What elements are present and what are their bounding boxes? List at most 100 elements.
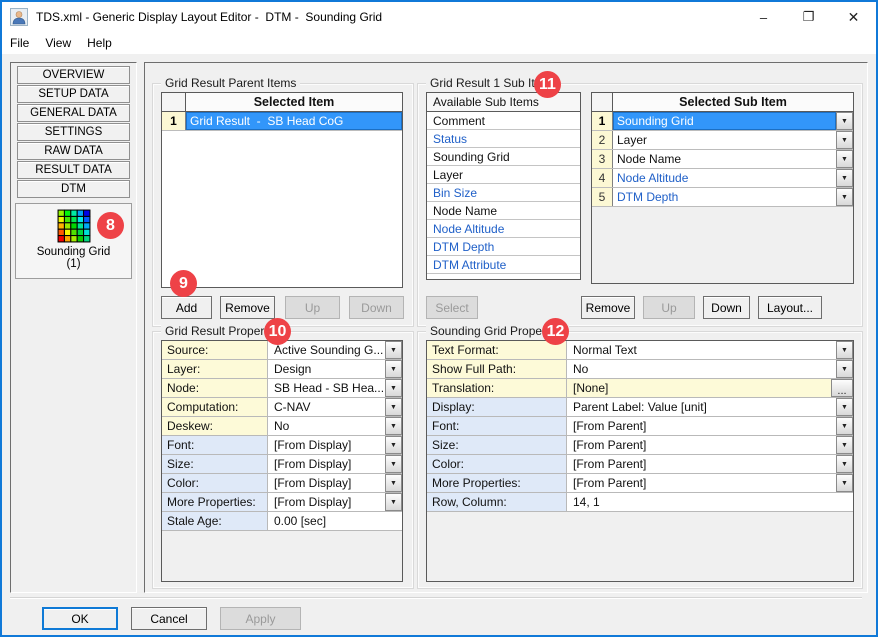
group-label: Grid Result Parent Items [161,76,300,91]
deskew-dropdown[interactable]: No [268,417,385,435]
sidebar-tab-general-data[interactable]: GENERAL DATA [17,104,130,122]
table-row[interactable]: 2 Layer ▼ [592,131,853,150]
list-item[interactable]: DTM Attribute [427,256,580,274]
dropdown-arrow-icon[interactable]: ▼ [836,150,853,168]
dropdown-arrow-icon[interactable]: ▼ [385,455,402,473]
ok-button[interactable]: OK [42,607,118,630]
sidebar-tab-setup-data[interactable]: SETUP DATA [17,85,130,103]
parent-item-cell[interactable]: Grid Result - SB Head CoG [186,112,402,130]
font-dropdown[interactable]: [From Parent] [567,417,836,435]
down-button[interactable]: Down [349,296,404,319]
property-label: Stale Age: [162,512,268,530]
dropdown-arrow-icon[interactable]: ▼ [385,360,402,378]
remove-sub-button[interactable]: Remove [581,296,635,319]
sidebar-tab-settings[interactable]: SETTINGS [17,123,130,141]
more-properties-dropdown[interactable]: [From Parent] [567,474,836,492]
row-column-field[interactable]: 14, 1 [567,493,853,511]
more-properties-dropdown[interactable]: [From Display] [268,493,385,511]
layer-dropdown[interactable]: Design [268,360,385,378]
property-row: Display: Parent Label: Value [unit] ▼ [427,398,853,417]
sidebar-tab-overview[interactable]: OVERVIEW [17,66,130,84]
maximize-button[interactable]: ❐ [786,2,831,32]
list-item[interactable]: Node Name [427,202,580,220]
table-row[interactable]: 1 Grid Result - SB Head CoG [162,112,402,131]
source-dropdown[interactable]: Active Sounding G... [268,341,385,359]
display-dropdown[interactable]: Parent Label: Value [unit] [567,398,836,416]
list-item[interactable]: Layer [427,166,580,184]
property-row: Size: [From Parent] ▼ [427,436,853,455]
sub-item-cell[interactable]: Node Altitude [613,169,836,187]
table-row[interactable]: 4 Node Altitude ▼ [592,169,853,188]
dropdown-arrow-icon[interactable]: ▼ [385,493,402,511]
stale-age-field[interactable]: 0.00 [sec] [268,512,402,530]
sub-item-cell[interactable]: Layer [613,131,836,149]
sidebar-tab-raw-data[interactable]: RAW DATA [17,142,130,160]
dropdown-arrow-icon[interactable]: ▼ [385,398,402,416]
ellipsis-button[interactable]: ... [831,379,853,397]
dropdown-arrow-icon[interactable]: ▼ [836,455,853,473]
select-button[interactable]: Select [426,296,478,319]
property-row: Row, Column: 14, 1 [427,493,853,512]
sub-item-cell[interactable]: DTM Depth [613,188,836,206]
list-item[interactable]: Sounding Grid [427,148,580,166]
sidebar-tab-dtm[interactable]: DTM [17,180,130,198]
menu-file[interactable]: File [2,34,37,52]
property-row: Size: [From Display] ▼ [162,455,402,474]
table-row[interactable]: 5 DTM Depth ▼ [592,188,853,207]
list-item[interactable]: DTM Depth [427,238,580,256]
text-format-dropdown[interactable]: Normal Text [567,341,836,359]
list-item[interactable]: Status [427,130,580,148]
dropdown-arrow-icon[interactable]: ▼ [836,188,853,206]
up-button[interactable]: Up [285,296,340,319]
table-row[interactable]: 1 Sounding Grid ▼ [592,112,853,131]
row-number: 1 [162,112,186,130]
dropdown-arrow-icon[interactable]: ▼ [836,360,853,378]
computation-dropdown[interactable]: C-NAV [268,398,385,416]
property-row: Show Full Path: No ▼ [427,360,853,379]
dropdown-arrow-icon[interactable]: ▼ [385,379,402,397]
list-item[interactable]: Node Altitude [427,220,580,238]
dropdown-arrow-icon[interactable]: ▼ [385,341,402,359]
sub-item-cell[interactable]: Node Name [613,150,836,168]
menu-view[interactable]: View [37,34,79,52]
cancel-button[interactable]: Cancel [131,607,207,630]
font-dropdown[interactable]: [From Display] [268,436,385,454]
dropdown-arrow-icon[interactable]: ▼ [836,474,853,492]
dropdown-arrow-icon[interactable]: ▼ [836,417,853,435]
color-dropdown[interactable]: [From Display] [268,474,385,492]
dropdown-arrow-icon[interactable]: ▼ [385,474,402,492]
down-sub-button[interactable]: Down [703,296,750,319]
sub-item-cell[interactable]: Sounding Grid [613,112,836,130]
remove-button[interactable]: Remove [220,296,275,319]
dropdown-arrow-icon[interactable]: ▼ [836,398,853,416]
property-label: Show Full Path: [427,360,567,378]
color-dropdown[interactable]: [From Parent] [567,455,836,473]
dropdown-arrow-icon[interactable]: ▼ [836,131,853,149]
dropdown-arrow-icon[interactable]: ▼ [836,341,853,359]
dropdown-arrow-icon[interactable]: ▼ [836,436,853,454]
apply-button[interactable]: Apply [220,607,301,630]
table-row[interactable]: 3 Node Name ▼ [592,150,853,169]
dropdown-arrow-icon[interactable]: ▼ [836,112,853,130]
close-button[interactable]: ✕ [831,2,876,32]
minimize-button[interactable]: – [741,2,786,32]
dropdown-arrow-icon[interactable]: ▼ [385,436,402,454]
property-label: Font: [427,417,567,435]
node-dropdown[interactable]: SB Head - SB Hea... [268,379,385,397]
list-item[interactable]: Comment [427,112,580,130]
annotation-badge-10: 10 [264,318,291,345]
size-dropdown[interactable]: [From Display] [268,455,385,473]
menu-help[interactable]: Help [79,34,120,52]
sounding-grid-icon [57,209,91,243]
up-sub-button[interactable]: Up [643,296,695,319]
show-full-path-dropdown[interactable]: No [567,360,836,378]
list-item[interactable]: Bin Size [427,184,580,202]
dropdown-arrow-icon[interactable]: ▼ [836,169,853,187]
sidebar-tab-result-data[interactable]: RESULT DATA [17,161,130,179]
dropdown-arrow-icon[interactable]: ▼ [385,417,402,435]
property-label: Layer: [162,360,268,378]
layout-button[interactable]: Layout... [758,296,822,319]
translation-field[interactable]: [None] [567,379,831,397]
size-dropdown[interactable]: [From Parent] [567,436,836,454]
add-button[interactable]: Add [161,296,212,319]
